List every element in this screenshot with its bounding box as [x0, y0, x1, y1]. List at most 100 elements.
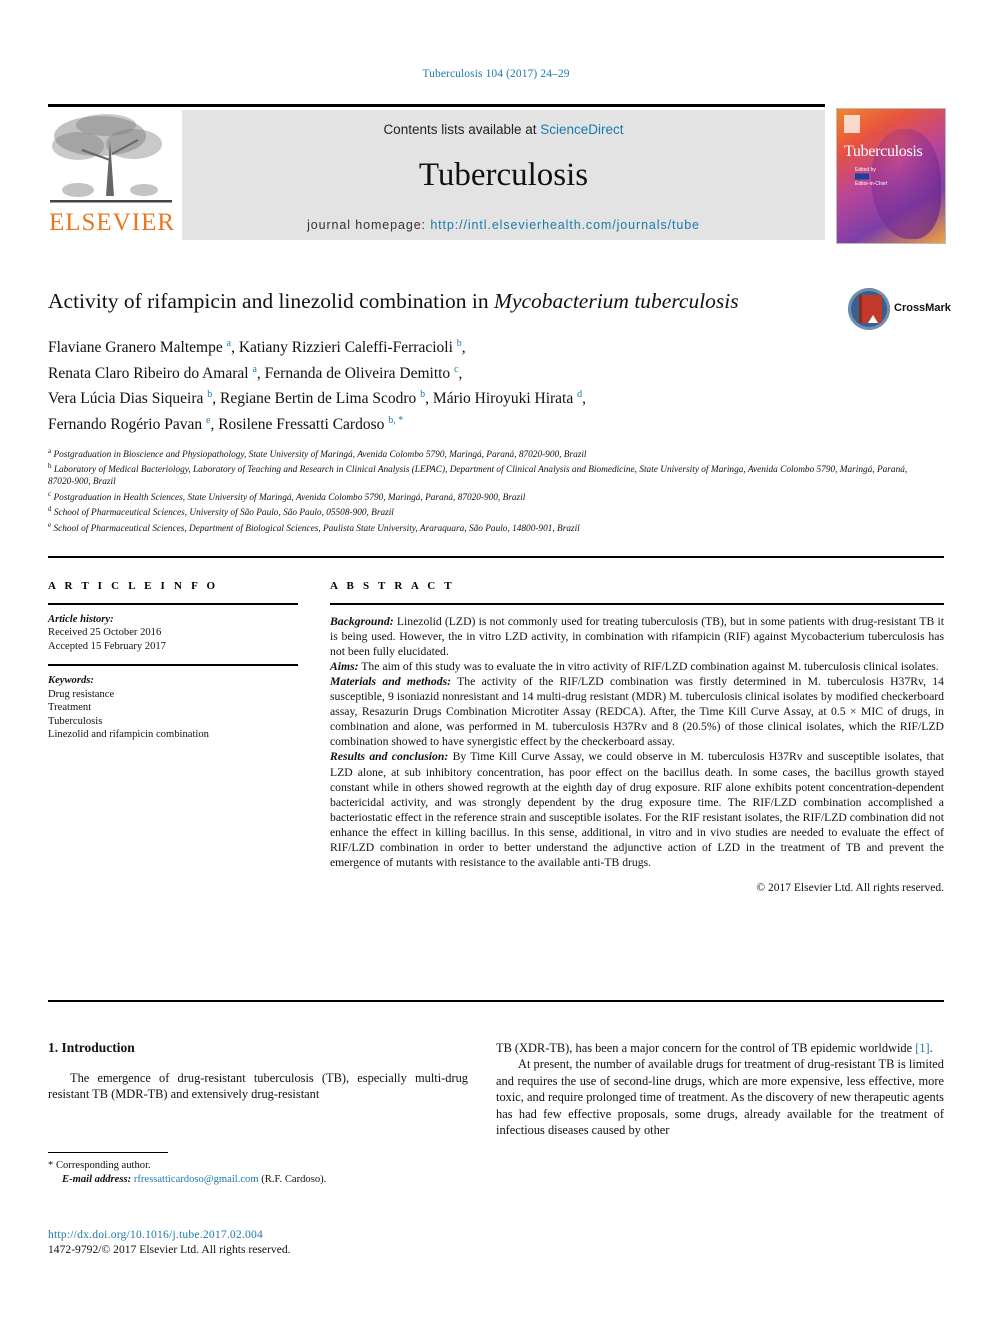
abstract-background-label: Background:: [330, 614, 394, 628]
intro-right-text-a: TB (XDR-TB), has been a major concern fo…: [496, 1041, 916, 1055]
journal-title: Tuberculosis: [418, 157, 589, 193]
email-note: E-mail address: rfressatticardoso@gmail.…: [48, 1173, 468, 1187]
crossmark-book-icon: [859, 295, 882, 323]
affil-mark: b: [456, 338, 462, 349]
article-info-rule: [48, 603, 298, 605]
doi-block: http://dx.doi.org/10.1016/j.tube.2017.02…: [48, 1228, 508, 1256]
journal-masthead: ELSEVIER Contents lists available at Sci…: [48, 104, 946, 244]
cover-sub-line1: Edited by: [855, 167, 876, 173]
elsevier-wordmark: ELSEVIER: [48, 209, 176, 236]
affil-mark: a: [252, 363, 257, 375]
issn-copyright: 1472-9792/© 2017 Elsevier Ltd. All right…: [48, 1243, 291, 1256]
accepted-date: Accepted 15 February 2017: [48, 640, 166, 652]
abstract-aims-label: Aims:: [330, 659, 359, 673]
abstract-section-top-rule: [48, 556, 944, 558]
journal-cover-thumbnail: Tuberculosis Edited by ████ Editor-in-Ch…: [836, 108, 946, 244]
affiliation-text: Postgraduation in Bioscience and Physiop…: [53, 449, 587, 460]
abstract-methods-label: Materials and methods:: [330, 674, 452, 688]
keywords-block: Keywords: Drug resistance Treatment Tube…: [48, 674, 298, 742]
abstract-rule: [330, 603, 944, 605]
affiliation-text: School of Pharmaceutical Sciences, Unive…: [53, 508, 394, 519]
footnote-rule: [48, 1152, 168, 1154]
affiliation-text: Postgraduation in Health Sciences, State…: [53, 492, 526, 503]
author-line: Vera Lúcia Dias Siqueira b, Regiane Bert…: [48, 389, 586, 408]
page-title: Activity of rifampicin and linezolid com…: [48, 288, 778, 315]
intro-paragraph-left: The emergence of drug-resistant tubercul…: [48, 1071, 468, 1102]
journal-homepage-link[interactable]: http://intl.elsevierhealth.com/journals/…: [430, 218, 700, 232]
footnote-block: * Corresponding author. E-mail address: …: [48, 1152, 468, 1187]
abstract-results-text: By Time Kill Curve Assay, we could obser…: [330, 750, 944, 870]
keyword-item: Tuberculosis: [48, 715, 103, 727]
affil-mark: e: [205, 414, 211, 426]
journal-homepage-line: journal homepage: http://intl.elsevierhe…: [182, 218, 825, 232]
email-link[interactable]: rfressatticardoso@gmail.com: [134, 1174, 259, 1185]
cover-subtitle: Edited by ████ Editor-in-Chief: [855, 167, 887, 187]
elsevier-logo: ELSEVIER: [48, 110, 176, 240]
cover-elsevier-mark: [844, 115, 860, 133]
affiliation-list: a Postgraduation in Bioscience and Physi…: [48, 446, 928, 536]
author-line: Fernando Rogério Pavan e, Rosilene Fress…: [48, 414, 404, 434]
body-left-column: 1. Introduction The emergence of drug-re…: [48, 1040, 468, 1103]
intro-right-text-b: .: [929, 1041, 933, 1055]
contents-line: Contents lists available at ScienceDirec…: [182, 122, 825, 137]
journal-banner: Contents lists available at ScienceDirec…: [182, 110, 825, 240]
affil-mark: d: [577, 389, 583, 401]
received-date: Received 25 October 2016: [48, 627, 162, 639]
abstract-copyright: © 2017 Elsevier Ltd. All rights reserved…: [756, 882, 944, 895]
affil-mark: b: [207, 389, 213, 401]
affiliation-item: d School of Pharmaceutical Sciences, Uni…: [48, 504, 928, 520]
affiliation-item: c Postgraduation in Health Sciences, Sta…: [48, 489, 928, 505]
author-list: Flaviane Granero Maltempe a, Katiany Riz…: [48, 333, 808, 436]
running-head: Tuberculosis 104 (2017) 24–29: [422, 68, 570, 80]
keyword-item: Treatment: [48, 702, 92, 714]
affiliation-mark: d: [48, 505, 52, 514]
affiliation-mark: c: [48, 489, 52, 498]
affiliation-text: School of Pharmaceutical Sciences, Depar…: [53, 524, 580, 535]
affiliation-mark: a: [48, 446, 52, 455]
affil-mark: b: [420, 389, 426, 401]
email-owner: (R.F. Cardoso).: [261, 1174, 327, 1186]
citation-ref-1[interactable]: [1]: [915, 1041, 929, 1055]
abstract-methods: Materials and methods: The activity of t…: [330, 674, 944, 749]
affiliation-item: e School of Pharmaceutical Sciences, Dep…: [48, 520, 928, 536]
abstract-aims-text: The aim of this study was to evaluate th…: [358, 659, 939, 673]
affiliation-mark: b: [48, 462, 52, 471]
abstract-heading: A B S T R A C T: [330, 580, 455, 592]
cover-title: Tuberculosis: [844, 143, 923, 160]
article-info-column: A R T I C L E I N F O Article history: R…: [48, 580, 298, 742]
author-line: Flaviane Granero Maltempe a, Katiany Riz…: [48, 338, 466, 357]
keywords-rule: [48, 664, 298, 666]
keyword-item: Linezolid and rifampicin combination: [48, 729, 209, 741]
affil-mark: a: [226, 338, 232, 349]
title-text-plain: Activity of rifampicin and linezolid com…: [48, 289, 495, 313]
contents-prefix: Contents lists available at: [383, 122, 541, 137]
sciencedirect-link[interactable]: ScienceDirect: [540, 122, 623, 137]
abstract-aims: Aims: The aim of this study was to evalu…: [330, 659, 944, 674]
affil-mark: c: [454, 363, 459, 375]
abstract-results: Results and conclusion: By Time Kill Cur…: [330, 749, 944, 870]
abstract-column: A B S T R A C T Background: Linezolid (L…: [330, 580, 944, 896]
abstract-background-text: Linezolid (LZD) is not commonly used for…: [330, 614, 944, 658]
doi-link[interactable]: http://dx.doi.org/10.1016/j.tube.2017.02…: [48, 1228, 508, 1241]
elsevier-tree-icon: [50, 114, 172, 203]
affiliation-item: b Laboratory of Medical Bacteriology, La…: [48, 461, 928, 488]
affiliation-item: a Postgraduation in Bioscience and Physi…: [48, 446, 928, 462]
intro-paragraph-right-2: At present, the number of available drug…: [496, 1057, 944, 1138]
homepage-prefix: journal homepage:: [307, 218, 431, 232]
cover-sub-line2: Editor-in-Chief: [855, 181, 887, 187]
corresponding-author-note: * Corresponding author.: [48, 1160, 151, 1172]
abstract-results-label: Results and conclusion:: [330, 750, 449, 764]
article-history-block: Article history: Received 25 October 201…: [48, 613, 298, 654]
crossmark-badge[interactable]: CrossMark: [848, 288, 951, 332]
affil-mark: b, *: [388, 414, 404, 426]
article-info-heading: A R T I C L E I N F O: [48, 580, 219, 592]
affiliation-mark: e: [48, 520, 52, 529]
title-text-italic: Mycobacterium tuberculosis: [494, 289, 739, 313]
crossmark-label: CrossMark: [894, 302, 951, 314]
journal-article-page: Tuberculosis 104 (2017) 24–29 ELSEVIER C…: [0, 0, 992, 1323]
masthead-top-rule: [48, 104, 825, 107]
affiliation-text: Laboratory of Medical Bacteriology, Labo…: [48, 465, 908, 487]
keyword-item: Drug resistance: [48, 688, 115, 700]
abstract-background: Background: Linezolid (LZD) is not commo…: [330, 614, 944, 659]
section-heading-introduction: 1. Introduction: [48, 1040, 135, 1055]
